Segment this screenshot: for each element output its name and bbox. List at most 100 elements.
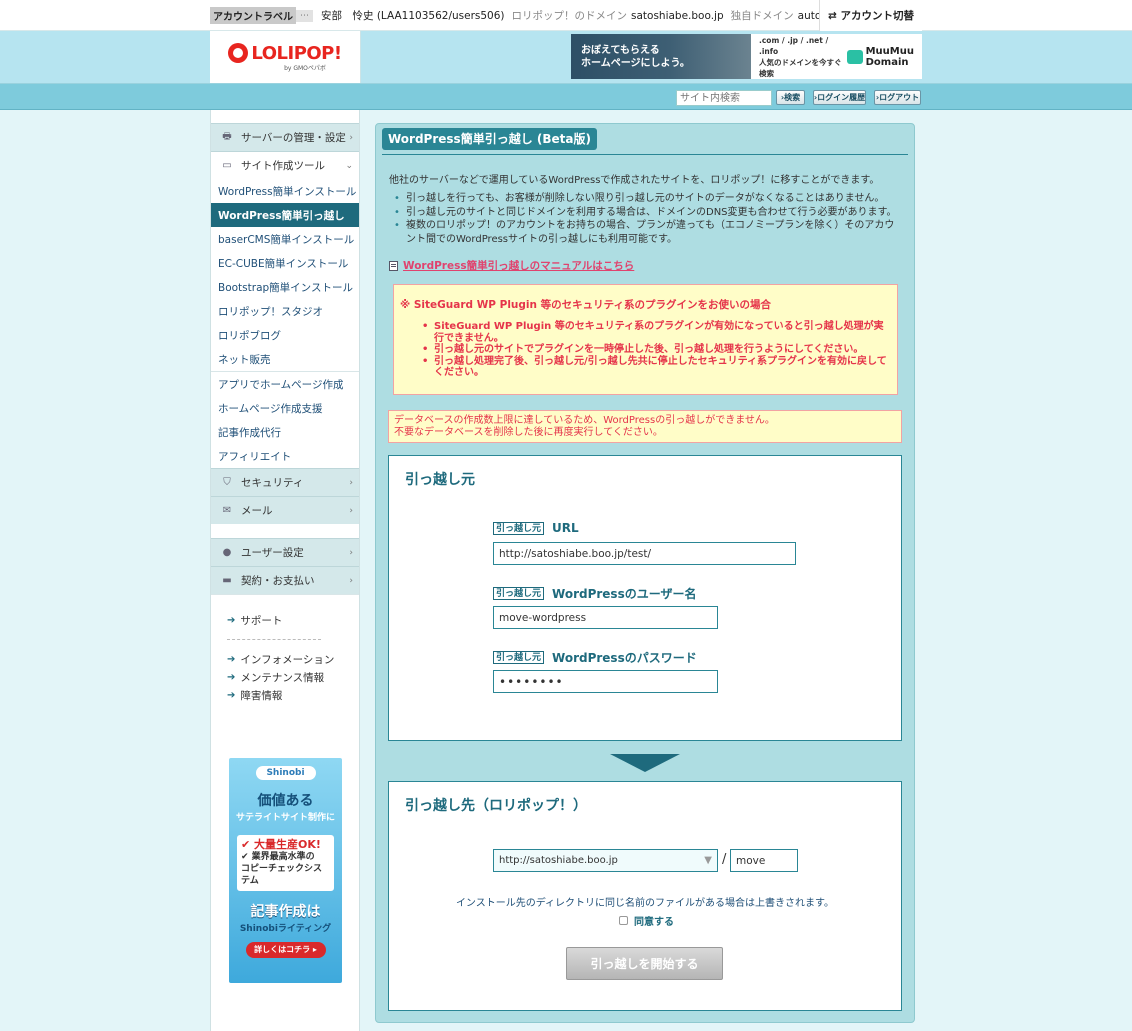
sidebar-item-lolipop-studio[interactable]: ロリポップ！スタジオ: [211, 299, 359, 323]
lolipop-logo[interactable]: LOLIPOP! by GMOペパボ: [210, 31, 361, 83]
sidebar-item-eccube-install[interactable]: EC-CUBE簡単インストール: [211, 251, 359, 275]
banner-left-text: おぼえてもらえる ホームページにしよう。: [571, 34, 751, 79]
info-item: 引っ越しを行っても、お客様が削除しない限り引っ越し元のサイトのデータがなくなるこ…: [394, 192, 899, 206]
account-switch-button[interactable]: ⇄ アカウント切替: [819, 0, 922, 31]
lolipop-logo-mark-icon: [228, 43, 249, 63]
sidebar-cat-server[interactable]: 🖶 サーバーの管理・設定 ›: [211, 123, 359, 151]
maintenance-link[interactable]: ➔ メンテナンス情報: [227, 668, 359, 686]
login-history-button[interactable]: ›ログイン履歴: [813, 90, 866, 105]
sidebar-cat-label: サイト作成ツール: [241, 160, 325, 172]
information-link[interactable]: ➔ インフォメーション: [227, 650, 359, 668]
arrow-right-icon: ➔: [227, 671, 236, 683]
ad-feature-box: ✔ 大量生産OK! ✔ 業界最高水準の コピーチェックシステム: [237, 835, 334, 891]
lolipop-domain: satoshiabe.boo.jp: [631, 9, 724, 22]
checkbox-icon[interactable]: [619, 916, 628, 925]
source-tag: 引っ越し元: [493, 651, 545, 664]
agree-label: 同意する: [634, 917, 674, 928]
account-bar: アカウントラベル ⋯ 安部 怜史 (LAA1103562/users506) ロ…: [0, 0, 1132, 31]
sidebar-cat-label: 契約・お支払い: [241, 575, 315, 587]
shinobi-ad-banner[interactable]: Shinobi 価値ある サテライトサイト制作に ✔ 大量生産OK! ✔ 業界最…: [229, 758, 342, 983]
destination-domain-value: http://satoshiabe.boo.jp: [499, 855, 618, 866]
database-limit-error: データベースの作成数上限に達しているため、WordPressの引っ越しができませ…: [388, 410, 902, 443]
own-domain-label: 独自ドメイン: [730, 10, 794, 22]
logout-button[interactable]: ›ログアウト: [874, 90, 921, 105]
muumuu-logo-icon: [846, 49, 863, 64]
page-title: WordPress簡単引っ越し (Beta版): [382, 128, 597, 150]
ad-subheadline: サテライトサイト制作に: [235, 813, 335, 823]
support-link[interactable]: ➔ サポート: [227, 611, 359, 629]
sidebar-item-lolipo-blog[interactable]: ロリポブログ: [211, 323, 359, 347]
path-separator: /: [722, 852, 727, 867]
nav-strip: ›検索 ›ログイン履歴 ›ログアウト: [0, 84, 1132, 110]
information-label: インフォメーション: [240, 653, 335, 666]
ad-detail-button[interactable]: 詳しくはコチラ ▸: [245, 942, 326, 958]
arrow-down-icon: [610, 754, 680, 772]
password-label: 引っ越し元 WordPressのパスワード: [493, 649, 697, 666]
sidebar-item-net-shop[interactable]: ネット販売: [211, 347, 359, 371]
wordpress-password-input[interactable]: [493, 670, 718, 693]
source-title: 引っ越し元: [405, 472, 475, 488]
manual-link[interactable]: WordPress簡単引っ越しのマニュアルはこちら: [389, 258, 634, 273]
banner-brand: MuuMuu Domain: [865, 45, 914, 68]
wordpress-username-input[interactable]: [493, 606, 718, 629]
user-label: 引っ越し元 WordPressのユーザー名: [493, 585, 696, 602]
sidebar-cat-user-settings[interactable]: ● ユーザー設定 ›: [211, 538, 359, 566]
sidebar-item-article-writing[interactable]: 記事作成代行: [211, 420, 359, 444]
account-label: アカウントラベル: [210, 7, 296, 24]
shield-icon: ⛉: [223, 477, 231, 488]
sidebar-item-basercms-install[interactable]: baserCMS簡単インストール: [211, 227, 359, 251]
logo-sub: by GMOペパボ: [284, 64, 326, 72]
source-url-input[interactable]: [493, 542, 796, 565]
security-plugin-warning: ※ SiteGuard WP Plugin 等のセキュリティ系のプラグインをお使…: [393, 284, 898, 395]
start-move-button[interactable]: 引っ越しを開始する: [566, 947, 723, 980]
sidebar: 🖶 サーバーの管理・設定 › ▭ サイト作成ツール ⌄ WordPress簡単イ…: [210, 110, 360, 1031]
banner-domains: .com / .jp / .net / .info 人気のドメインを今すぐ検索: [759, 35, 842, 78]
agree-checkbox[interactable]: 同意する: [619, 913, 674, 928]
lolipop-domain-label: ロリポップ！のドメイン: [511, 10, 628, 22]
logo-text: LOLIPOP!: [251, 42, 342, 64]
search-button[interactable]: ›検索: [776, 90, 805, 105]
sidebar-cat-contract[interactable]: ▬ 契約・お支払い ›: [211, 566, 359, 594]
sidebar-item-app-homepage[interactable]: アプリでホームページ作成: [211, 372, 359, 396]
sidebar-item-homepage-support[interactable]: ホームページ作成支援: [211, 396, 359, 420]
site-search-input[interactable]: [676, 90, 772, 106]
warning-item: SiteGuard WP Plugin 等のセキュリティ系のプラグインが有効にな…: [422, 321, 891, 344]
warning-item: 引っ越し元のサイトでプラグインを一時停止した後、引っ越し処理を行うようにしてくだ…: [422, 344, 891, 356]
mail-icon: ✉: [222, 505, 232, 516]
chevron-right-icon: ›: [349, 547, 353, 558]
user-name: 安部 怜史 (LAA1103562/users506): [321, 10, 505, 22]
ad-headline2: 記事作成は: [250, 904, 321, 920]
password-label-text: WordPressのパスワード: [552, 651, 697, 665]
source-tag: 引っ越し元: [493, 521, 545, 535]
destination-box: 引っ越し先（ロリポップ！） http://satoshiabe.boo.jp ▼…: [388, 781, 902, 1011]
account-label-more-button[interactable]: ⋯: [296, 9, 313, 22]
sidebar-item-wordpress-install[interactable]: WordPress簡単インストール: [211, 179, 359, 203]
chevron-right-icon: ›: [349, 132, 353, 143]
user-icon: ●: [222, 547, 232, 558]
sidebar-cat-label: ユーザー設定: [241, 547, 304, 559]
ad-headline: 価値ある: [257, 793, 314, 809]
printer-icon: 🖶: [222, 131, 232, 142]
trouble-link[interactable]: ➔ 障害情報: [227, 686, 359, 704]
document-icon: [389, 260, 398, 271]
sidebar-cat-mail[interactable]: ✉ メール ›: [211, 496, 359, 524]
sidebar-item-bootstrap-install[interactable]: Bootstrap簡単インストール: [211, 275, 359, 299]
destination-title: 引っ越し先（ロリポップ！）: [405, 798, 587, 814]
source-tag: 引っ越し元: [493, 587, 545, 600]
sidebar-cat-site-tools[interactable]: ▭ サイト作成ツール ⌄: [211, 151, 359, 179]
sidebar-cat-label: セキュリティ: [241, 477, 304, 489]
overwrite-note: インストール先のディレクトリに同じ名前のファイルがある場合は上書きされます。: [455, 898, 835, 909]
header: LOLIPOP! by GMOペパボ おぼえてもらえる ホームページにしよう。 …: [0, 31, 1132, 84]
chevron-right-icon: ›: [349, 477, 353, 488]
muumuu-banner[interactable]: おぼえてもらえる ホームページにしよう。 .com / .jp / .net /…: [571, 34, 922, 79]
main-panel: WordPress簡単引っ越し (Beta版) 他社のサーバーなどで運用している…: [375, 123, 915, 1023]
destination-directory-input[interactable]: [730, 849, 798, 872]
destination-domain-select[interactable]: http://satoshiabe.boo.jp ▼: [493, 849, 718, 872]
chevron-right-icon: ›: [349, 505, 353, 516]
sidebar-item-wordpress-move[interactable]: WordPress簡単引っ越し: [211, 203, 359, 227]
caret-down-icon: ▼: [704, 855, 712, 866]
arrow-right-icon: ➔: [227, 653, 236, 665]
sidebar-item-affiliate[interactable]: アフィリエイト: [211, 444, 359, 468]
sidebar-cat-security[interactable]: ⛉ セキュリティ ›: [211, 468, 359, 496]
url-label: 引っ越し元 URL: [493, 521, 579, 535]
